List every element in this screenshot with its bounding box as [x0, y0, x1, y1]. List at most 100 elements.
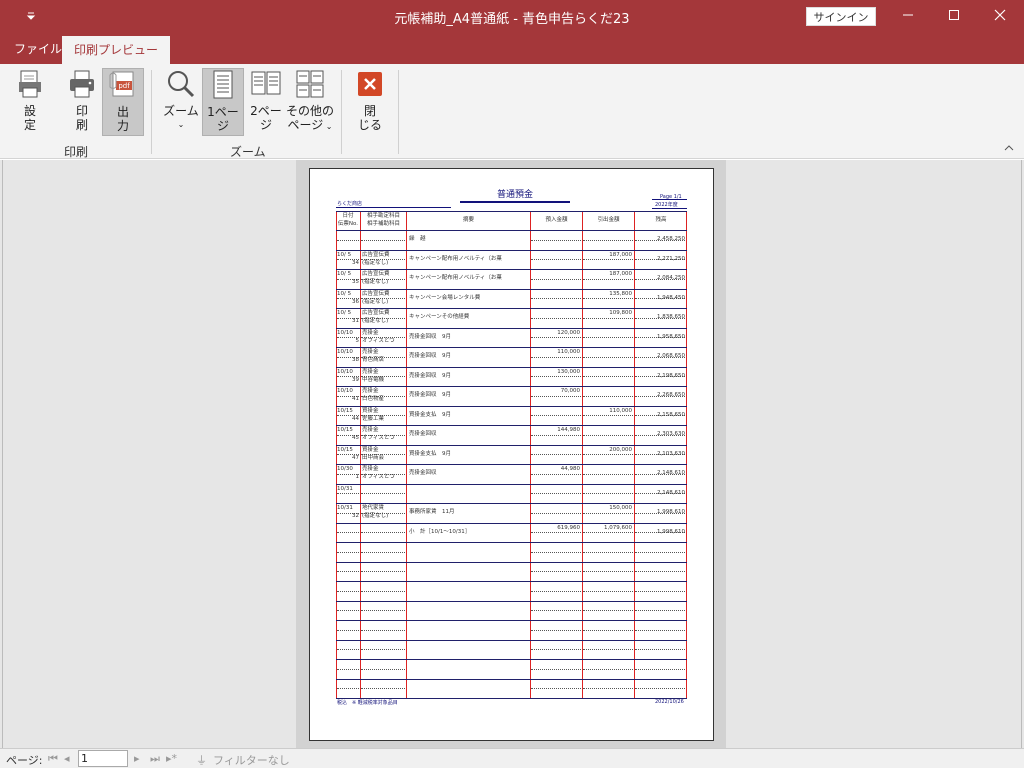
header-voucher: 伝票No.: [337, 221, 359, 227]
maximize-icon[interactable]: [931, 0, 977, 34]
cell-voucher: 41: [352, 396, 359, 402]
cell-withdrawal: 187,000: [609, 251, 632, 258]
fiscal-year: 2022年度: [655, 202, 678, 208]
row-line: [336, 211, 687, 212]
zoom-label: ズーム: [163, 104, 199, 118]
last-page-icon[interactable]: ⏭: [150, 752, 160, 766]
cell-voucher: 45: [352, 435, 359, 441]
prev-page-icon[interactable]: ◂: [64, 752, 70, 765]
cell-date: 10/15: [337, 446, 353, 453]
tab-print-preview[interactable]: 印刷プレビュー: [62, 36, 171, 64]
page-setup-button[interactable]: 設 定: [10, 68, 50, 136]
cell-withdrawal: 135,800: [609, 290, 632, 297]
two-pages-button[interactable]: 2ペー ジ: [246, 68, 286, 136]
zoom-button[interactable]: ズーム ⌄: [160, 68, 202, 136]
cell-memo: 売掛金回収: [409, 431, 437, 437]
row-divider: [583, 551, 633, 553]
row-divider: [583, 395, 633, 397]
ribbon-tabs: ファイル 印刷プレビュー: [0, 34, 1024, 64]
cell-memo: 事務所家賃 11月: [409, 509, 455, 515]
filter-icon[interactable]: ⏚: [196, 752, 207, 768]
row-divider: [531, 454, 581, 456]
row-divider: [337, 649, 359, 651]
status-bar: ページ: ⏮ ◂ 1 ▸ ⏭ ▸* ⏚ フィルターなし: [0, 748, 1024, 768]
row-divider: [361, 493, 405, 495]
cell-date: 10/31: [337, 485, 353, 492]
cell-memo: 繰 越: [409, 236, 426, 242]
cell-balance: 2,158,650: [657, 411, 685, 418]
close-preview-label-2: じる: [357, 118, 382, 132]
row-line: [336, 386, 687, 387]
collapse-ribbon-icon[interactable]: [1004, 144, 1014, 155]
report-page[interactable]: 普通預金 らくだ商店 Page 1/1 2022年度 日付 伝票No. 相手勘定…: [309, 168, 714, 741]
pdf-icon-text: pdf: [118, 82, 130, 90]
row-divider: [635, 610, 685, 612]
cell-sub-account: 田中商会: [362, 454, 385, 461]
cell-account: 売掛金: [362, 368, 379, 375]
more-pages-button[interactable]: その他の ページ ⌄: [286, 68, 334, 136]
signin-button[interactable]: サインイン: [806, 7, 876, 26]
row-divider: [531, 668, 581, 670]
row-line: [336, 366, 687, 368]
row-divider: [337, 493, 359, 495]
fiscal-year-underline: [652, 208, 687, 209]
cell-deposit: 44,980: [560, 466, 580, 472]
row-divider: [361, 571, 405, 573]
row-divider: [635, 551, 685, 553]
row-divider: [531, 239, 581, 241]
close-preview-button[interactable]: 閉 じる: [350, 68, 390, 136]
close-window-icon[interactable]: [977, 0, 1023, 34]
magnifier-icon: [165, 68, 197, 100]
page-setup-icon: [14, 68, 46, 100]
cell-date: 10/10: [337, 388, 353, 394]
two-pages-label-1: 2ペー: [250, 104, 282, 118]
row-divider: [583, 415, 633, 417]
row-divider: [361, 629, 405, 631]
cell-withdrawal: 200,000: [609, 446, 632, 453]
row-divider: [531, 571, 581, 573]
row-divider: [531, 649, 581, 651]
one-page-button[interactable]: 1ペー ジ: [202, 68, 244, 136]
page-number-input[interactable]: 1: [78, 750, 128, 767]
cell-withdrawal: 1,079,600: [604, 524, 632, 531]
cell-account: 地代家賃: [362, 505, 385, 511]
row-divider: [583, 473, 633, 475]
cell-account: 売掛金: [362, 466, 379, 472]
new-record-icon[interactable]: ▸*: [166, 752, 177, 765]
row-divider: [337, 590, 359, 592]
row-divider: [531, 493, 581, 495]
more-pages-label-2: ページ: [287, 118, 324, 132]
cell-deposit: 130,000: [557, 368, 580, 375]
row-divider: [337, 688, 359, 690]
cell-account: 広告宣伝費: [362, 271, 390, 277]
first-page-icon[interactable]: ⏮: [48, 752, 58, 766]
row-divider: [361, 649, 405, 651]
row-divider: [583, 239, 633, 241]
export-pdf-button[interactable]: pdf 出 力: [102, 68, 144, 136]
row-divider: [531, 376, 581, 378]
more-pages-chevron-down-icon: ⌄: [323, 122, 333, 131]
company-underline: [336, 207, 451, 208]
row-divider: [361, 239, 405, 241]
cell-sub-account: 青色商店: [362, 357, 385, 363]
report-title: 普通預金: [460, 187, 570, 203]
cell-memo: 買掛金支払 9月: [409, 411, 451, 418]
row-divider: [361, 668, 405, 670]
cell-memo: キャンペーン配布用ノベルティ（お菓: [409, 275, 502, 281]
print-button[interactable]: 印 刷: [62, 68, 102, 136]
cell-account: 買掛金: [362, 446, 379, 453]
filter-status[interactable]: フィルターなし: [213, 752, 290, 768]
next-page-icon[interactable]: ▸: [134, 752, 140, 765]
row-divider: [361, 610, 405, 612]
row-divider: [583, 259, 633, 261]
cell-date: 10/31: [337, 505, 353, 511]
row-line: [336, 620, 687, 621]
row-divider: [531, 434, 581, 436]
footer-date: 2022/10/26: [655, 699, 684, 705]
group-separator: [151, 70, 152, 154]
minimize-icon[interactable]: [885, 0, 931, 34]
footer-note: 税込 ※ 軽減税率対象品目: [337, 700, 398, 706]
row-line: [336, 561, 687, 563]
row-divider: [361, 688, 405, 690]
cell-date: 10/10: [337, 368, 353, 375]
